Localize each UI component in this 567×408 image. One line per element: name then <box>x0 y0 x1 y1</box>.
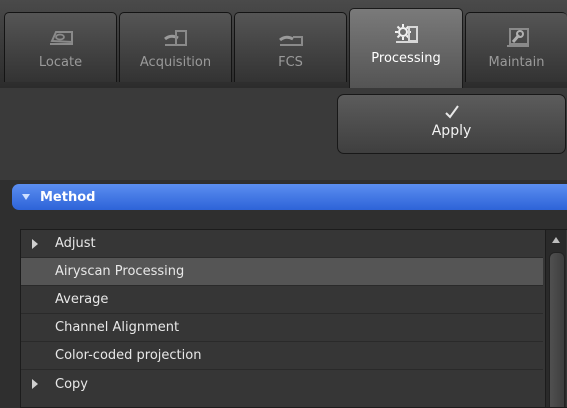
apply-button[interactable]: Apply <box>337 94 566 154</box>
expand-arrow-icon <box>22 194 30 200</box>
list-item-color-coded-projection[interactable]: Color-coded projection <box>21 342 543 370</box>
acquisition-icon <box>163 30 187 46</box>
tab-acquisition[interactable]: Acquisition <box>119 12 232 82</box>
apply-label: Apply <box>431 123 472 139</box>
list-item-airyscan-processing[interactable]: Airyscan Processing <box>21 258 543 286</box>
tab-label: Acquisition <box>139 55 212 70</box>
tab-processing[interactable]: Processing <box>349 8 463 88</box>
scroll-up-arrow-icon <box>552 237 560 243</box>
tab-locate[interactable]: Locate <box>4 12 117 82</box>
tab-bar: Locate Acquisition FCS Processing Mainta… <box>0 0 567 89</box>
method-section-header[interactable]: Method <box>12 184 567 210</box>
scroll-up-button[interactable] <box>549 233 563 247</box>
list-item-channel-alignment[interactable]: Channel Alignment <box>21 314 543 342</box>
list-item-label: Color-coded projection <box>55 348 202 363</box>
tab-maintain[interactable]: Maintain <box>465 12 567 82</box>
method-title: Method <box>40 189 96 205</box>
fcs-icon <box>278 35 303 46</box>
tab-label: FCS <box>278 55 303 70</box>
list-item-label: Average <box>55 292 109 307</box>
collapsed-caret-icon <box>32 379 38 389</box>
tab-label: Processing <box>371 51 441 66</box>
list-item-average[interactable]: Average <box>21 286 543 314</box>
method-list: Adjust Airyscan Processing Average Chann… <box>20 229 567 408</box>
list-item-adjust[interactable]: Adjust <box>21 230 543 258</box>
list-item-label: Adjust <box>55 236 96 251</box>
tab-label: Locate <box>38 55 83 70</box>
processing-gear-icon <box>395 24 418 43</box>
tab-label: Maintain <box>488 55 545 70</box>
list-item-copy[interactable]: Copy <box>21 370 543 398</box>
tab-fcs[interactable]: FCS <box>234 12 347 82</box>
checkmark-icon <box>444 105 459 119</box>
list-item-label: Channel Alignment <box>55 320 180 335</box>
collapsed-caret-icon <box>32 238 38 249</box>
action-toolbar: Apply <box>0 88 567 180</box>
maintain-wrench-icon <box>506 28 529 47</box>
scroll-thumb[interactable] <box>549 252 565 407</box>
locate-icon <box>49 31 73 45</box>
list-item-label: Copy <box>55 376 88 392</box>
vertical-scrollbar[interactable] <box>545 230 566 407</box>
list-item-label: Airyscan Processing <box>55 264 185 279</box>
